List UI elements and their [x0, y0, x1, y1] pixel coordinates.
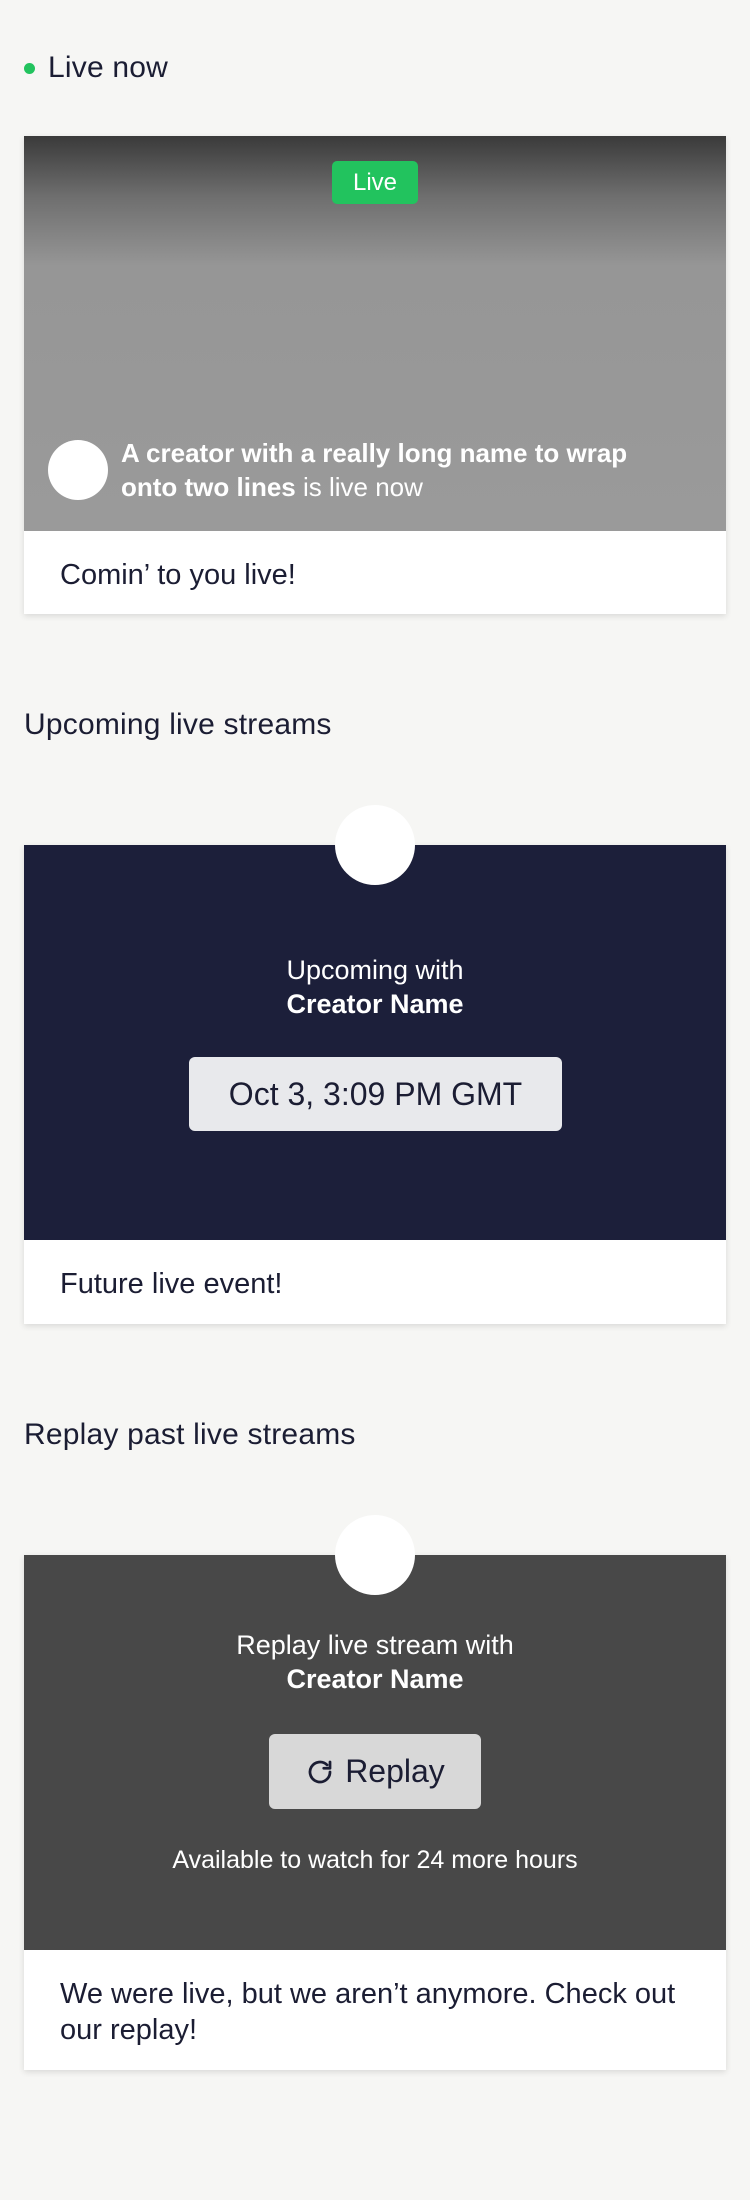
- replay-button-label: Replay: [345, 1753, 445, 1789]
- replay-creator-name: Creator Name: [286, 1664, 464, 1694]
- replay-availability: Available to watch for 24 more hours: [172, 1846, 578, 1874]
- replay-caption: We were live, but we aren’t anymore. Che…: [60, 1978, 676, 2046]
- creator-avatar: [48, 440, 108, 500]
- replay-creator-text: Replay live stream with Creator Name: [24, 1628, 726, 1696]
- replay-button[interactable]: Replay: [269, 1734, 481, 1809]
- live-now-title: Live now: [48, 51, 169, 84]
- refresh-icon: [308, 1760, 332, 1783]
- creator-avatar: [335, 805, 415, 885]
- live-creator-text: A creator with a really long name to wra…: [121, 436, 686, 504]
- live-badge: Live: [332, 161, 418, 204]
- replay-title: Replay past live streams: [24, 1418, 356, 1451]
- upcoming-prefix: Upcoming with: [286, 955, 464, 985]
- live-caption: Comin’ to you live!: [60, 559, 296, 591]
- live-stream-card[interactable]: Live A creator with a really long name t…: [24, 136, 726, 614]
- live-creator-row: A creator with a really long name to wra…: [48, 436, 686, 504]
- replay-stream-card[interactable]: Replay live stream with Creator Name Rep…: [24, 1515, 726, 2070]
- live-now-header: Live now: [24, 48, 168, 88]
- upcoming-title: Upcoming live streams: [24, 708, 332, 741]
- creator-avatar: [335, 1515, 415, 1595]
- live-stream-preview[interactable]: Live A creator with a really long name t…: [24, 136, 726, 531]
- upcoming-creator-text: Upcoming with Creator Name: [24, 953, 726, 1021]
- live-status-text: is live now: [295, 472, 423, 502]
- upcoming-stream-preview: Upcoming with Creator Name Oct 3, 3:09 P…: [24, 805, 726, 1240]
- replay-prefix: Replay live stream with: [236, 1630, 514, 1660]
- upcoming-date: Oct 3, 3:09 PM GMT: [189, 1057, 562, 1131]
- upcoming-stream-card[interactable]: Upcoming with Creator Name Oct 3, 3:09 P…: [24, 805, 726, 1324]
- upcoming-creator-name: Creator Name: [286, 989, 464, 1019]
- upcoming-caption: Future live event!: [60, 1268, 283, 1300]
- live-dot-icon: [24, 62, 35, 74]
- replay-stream-preview: Replay live stream with Creator Name Rep…: [24, 1515, 726, 1950]
